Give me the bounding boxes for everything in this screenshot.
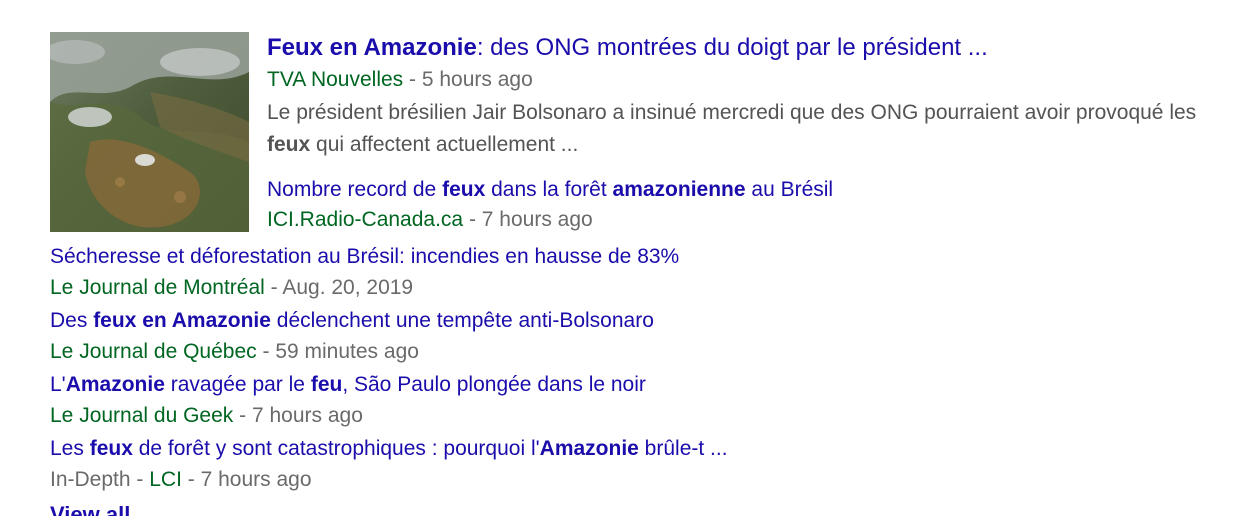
story-time: 7 hours ago bbox=[251, 404, 363, 427]
story-headline[interactable]: Les feux de forêt y sont catastrophiques… bbox=[50, 433, 1200, 465]
list-item: Sécheresse et déforestation au Brésil: i… bbox=[50, 241, 1200, 303]
top-story-time: 5 hours ago bbox=[421, 68, 533, 91]
highlighted-term: amazonienne bbox=[612, 178, 746, 201]
highlighted-term: Amazonie bbox=[539, 437, 639, 460]
story-source[interactable]: Le Journal du Geek bbox=[50, 404, 233, 427]
top-story: Feux en Amazonie: des ONG montrées du do… bbox=[267, 31, 1227, 235]
text-segment: Les bbox=[50, 437, 90, 460]
text-segment: : des ONG montrées du doigt par le prési… bbox=[476, 34, 988, 61]
list-item: Les feux de forêt y sont catastrophiques… bbox=[50, 433, 1200, 495]
meta-separator: - bbox=[130, 468, 150, 491]
story-time: 59 minutes ago bbox=[275, 340, 419, 363]
story-headline[interactable]: Des feux en Amazonie déclenchent une tem… bbox=[50, 305, 1200, 337]
text-segment: Nombre record de bbox=[267, 178, 443, 201]
highlighted-term: feux bbox=[267, 133, 311, 156]
list-item: Des feux en Amazonie déclenchent une tem… bbox=[50, 305, 1200, 367]
text-segment: Sécheresse et déforestation au Brésil: i… bbox=[50, 245, 680, 268]
related-stories-list: Sécheresse et déforestation au Brésil: i… bbox=[50, 241, 1200, 497]
story-source[interactable]: Le Journal de Québec bbox=[50, 340, 257, 363]
text-segment: déclenchent une tempête anti-Bolsonaro bbox=[270, 309, 654, 332]
meta-separator: - bbox=[463, 208, 482, 231]
story-meta: In-Depth - LCI - 7 hours ago bbox=[50, 465, 1200, 495]
text-segment: dans la forêt bbox=[485, 178, 613, 201]
top-story-headline[interactable]: Feux en Amazonie: des ONG montrées du do… bbox=[267, 31, 1227, 65]
story-meta: Le Journal du Geek - 7 hours ago bbox=[50, 401, 1200, 431]
text-segment: brûle-t ... bbox=[638, 437, 728, 460]
sub-story-time: 7 hours ago bbox=[481, 208, 593, 231]
story-source[interactable]: Le Journal de Montréal bbox=[50, 276, 265, 299]
view-all-link[interactable]: View all bbox=[50, 506, 150, 516]
news-thumbnail[interactable] bbox=[50, 32, 249, 232]
top-story-source[interactable]: TVA Nouvelles bbox=[267, 68, 403, 91]
sub-story-meta: ICI.Radio-Canada.ca - 7 hours ago bbox=[267, 205, 1227, 235]
text-segment: Des bbox=[50, 309, 94, 332]
meta-separator: - bbox=[181, 468, 201, 491]
story-time: 7 hours ago bbox=[200, 468, 312, 491]
text-segment: au Brésil bbox=[745, 178, 834, 201]
text-segment: , São Paulo plongée dans le noir bbox=[342, 373, 646, 396]
meta-separator: - bbox=[264, 276, 283, 299]
story-prefix: In-Depth bbox=[50, 468, 131, 491]
text-segment: qui affectent actuellement ... bbox=[310, 133, 579, 156]
sub-story-source[interactable]: ICI.Radio-Canada.ca bbox=[267, 208, 463, 231]
story-meta: Le Journal de Montréal - Aug. 20, 2019 bbox=[50, 273, 1200, 303]
top-story-meta: TVA Nouvelles - 5 hours ago bbox=[267, 65, 1227, 95]
story-time: Aug. 20, 2019 bbox=[282, 276, 414, 299]
highlighted-term: Amazonie bbox=[65, 373, 165, 396]
list-item: L'Amazonie ravagée par le feu, São Paulo… bbox=[50, 369, 1200, 431]
text-segment: ravagée par le bbox=[164, 373, 311, 396]
highlighted-term: feux bbox=[89, 437, 133, 460]
text-segment: L' bbox=[50, 373, 66, 396]
story-headline[interactable]: Sécheresse et déforestation au Brésil: i… bbox=[50, 241, 1200, 273]
story-headline[interactable]: L'Amazonie ravagée par le feu, São Paulo… bbox=[50, 369, 1200, 401]
top-story-snippet: Le président brésilien Jair Bolsonaro a … bbox=[267, 97, 1227, 161]
story-source[interactable]: LCI bbox=[149, 468, 182, 491]
meta-separator: - bbox=[256, 340, 276, 363]
highlighted-term: feux en Amazonie bbox=[93, 309, 271, 332]
sub-story-headline[interactable]: Nombre record de feux dans la forêt amaz… bbox=[267, 175, 1227, 205]
highlighted-term: feu bbox=[310, 373, 343, 396]
highlighted-term: feux bbox=[442, 178, 486, 201]
story-meta: Le Journal de Québec - 59 minutes ago bbox=[50, 337, 1200, 367]
view-all-label: View all bbox=[50, 506, 150, 516]
text-segment: de forêt y sont catastrophiques : pourqu… bbox=[132, 437, 540, 460]
meta-separator: - bbox=[233, 404, 252, 427]
highlighted-term: Feux en Amazonie bbox=[267, 34, 477, 61]
text-segment: Le président brésilien Jair Bolsonaro a … bbox=[267, 101, 1197, 124]
satellite-image bbox=[50, 32, 249, 232]
meta-separator: - bbox=[403, 68, 422, 91]
